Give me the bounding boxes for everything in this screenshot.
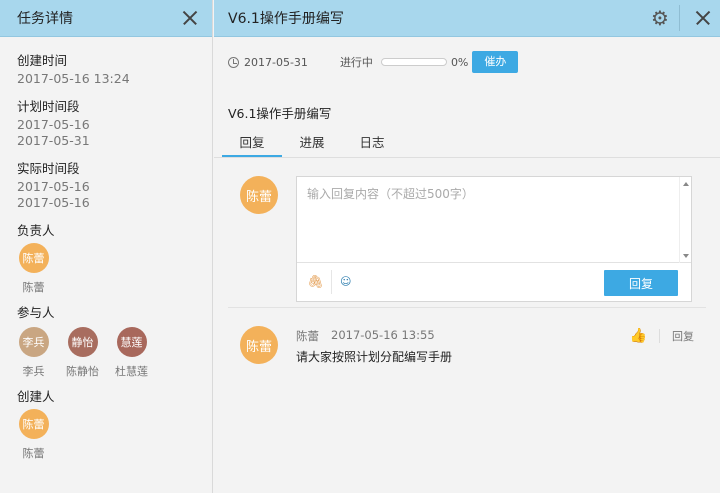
person-name: 陈蕾 <box>22 281 45 294</box>
creator-person[interactable]: 陈蕾 陈蕾 <box>17 409 50 461</box>
comment-time: 2017-05-16 13:55 <box>331 328 435 342</box>
participant-person[interactable]: 静怡 陈静怡 <box>66 327 99 379</box>
thumbs-up-icon[interactable]: 👍 <box>630 328 647 344</box>
reply-editor: 输入回复内容（不超过500字） 🖇 ☺ 回复 <box>296 176 692 302</box>
creator-label: 创建人 <box>17 389 55 404</box>
actual-start-date: 2017-05-16 <box>17 179 90 194</box>
plan-period-label: 计划时间段 <box>17 99 80 114</box>
plan-start-date: 2017-05-16 <box>17 117 90 132</box>
avatar: 静怡 <box>67 327 98 357</box>
comment-actions: 👍 回复 <box>630 328 694 344</box>
participants-section: 参与人 李兵 李兵 静怡 陈静怡 慧莲 杜慧莲 <box>17 305 212 379</box>
created-time-label: 创建时间 <box>17 53 68 68</box>
urge-button[interactable]: 催办 <box>472 51 519 73</box>
right-header: V6.1操作手册编写 ⚙ <box>214 0 720 37</box>
scroll-down-icon[interactable] <box>683 254 689 258</box>
tab-progress[interactable]: 进展 <box>282 132 342 157</box>
emoji-icon[interactable]: ☺ <box>340 275 354 289</box>
person-name: 陈静怡 <box>66 365 99 378</box>
owner-list: 陈蕾 陈蕾 <box>17 243 212 295</box>
person-name: 陈蕾 <box>22 447 45 460</box>
task-meta-row: 2017-05-31 进行中 0% 催办 <box>214 49 720 75</box>
task-window-title: V6.1操作手册编写 <box>228 11 344 27</box>
close-button[interactable] <box>686 0 720 37</box>
avatar: 李兵 <box>18 327 49 357</box>
created-time-section: 创建时间 2017-05-16 13:24 <box>17 53 212 87</box>
reply-input[interactable]: 输入回复内容（不超过500字） <box>297 177 691 263</box>
tab-log[interactable]: 日志 <box>342 132 402 157</box>
plan-end-date: 2017-05-31 <box>17 133 90 148</box>
creator-section: 创建人 陈蕾 陈蕾 <box>17 389 212 461</box>
actual-period-label: 实际时间段 <box>17 161 80 176</box>
gear-icon[interactable]: ⚙ <box>643 0 677 37</box>
task-info-body: 创建时间 2017-05-16 13:24 计划时间段 2017-05-16 2… <box>0 37 212 461</box>
owner-person[interactable]: 陈蕾 陈蕾 <box>17 243 50 295</box>
toolbar-divider <box>331 270 332 294</box>
close-icon <box>695 10 711 26</box>
scroll-up-icon[interactable] <box>683 182 689 186</box>
tab-bar: 回复 进展 日志 <box>214 132 720 158</box>
clock-icon <box>228 56 239 68</box>
section-divider <box>228 307 706 308</box>
person-name: 李兵 <box>22 365 45 378</box>
avatar: 陈蕾 <box>240 326 278 364</box>
reply-composer: 陈蕾 输入回复内容（不超过500字） 🖇 ☺ 回复 <box>214 176 720 302</box>
paperclip-icon[interactable]: 🖇 <box>307 275 324 290</box>
scrollbar[interactable] <box>679 177 691 263</box>
created-time-value: 2017-05-16 13:24 <box>17 71 130 86</box>
due-date: 2017-05-31 <box>244 55 308 69</box>
task-detail-window: 任务详情 创建时间 2017-05-16 13:24 计划时间段 2017-05… <box>0 0 720 493</box>
header-divider <box>679 5 680 31</box>
task-detail-panel: V6.1操作手册编写 ⚙ 2017-05-31 进行中 0% 催办 V6.1操作… <box>214 0 720 493</box>
participant-person[interactable]: 李兵 李兵 <box>17 327 50 379</box>
tab-reply[interactable]: 回复 <box>222 132 282 157</box>
task-title: V6.1操作手册编写 <box>228 106 332 121</box>
close-icon[interactable] <box>182 10 198 26</box>
participant-person[interactable]: 慧莲 杜慧莲 <box>115 327 148 379</box>
left-panel-title: 任务详情 <box>17 11 73 27</box>
comment-text: 请大家按照计划分配编写手册 <box>296 350 453 364</box>
task-info-panel: 任务详情 创建时间 2017-05-16 13:24 计划时间段 2017-05… <box>0 0 213 493</box>
comment-item: 陈蕾 陈蕾 2017-05-16 13:55 请大家按照计划分配编写手册 👍 回… <box>214 324 720 384</box>
actual-period-section: 实际时间段 2017-05-16 2017-05-16 <box>17 161 212 211</box>
progress-text: 0% <box>450 55 469 69</box>
comment-header: 陈蕾 2017-05-16 13:55 <box>296 328 435 344</box>
owner-section: 负责人 陈蕾 陈蕾 <box>17 223 212 295</box>
avatar: 陈蕾 <box>18 409 49 439</box>
participants-label: 参与人 <box>17 305 55 320</box>
status-badge: 进行中 <box>339 56 373 69</box>
avatar: 慧莲 <box>116 327 147 357</box>
progress-bar <box>380 58 447 66</box>
actual-end-date: 2017-05-16 <box>17 195 90 210</box>
avatar: 陈蕾 <box>18 243 49 273</box>
comment-reply-link[interactable]: 回复 <box>672 328 694 344</box>
participant-list: 李兵 李兵 静怡 陈静怡 慧莲 杜慧莲 <box>17 327 212 379</box>
action-divider <box>659 329 660 343</box>
person-name: 杜慧莲 <box>115 365 148 378</box>
left-header: 任务详情 <box>0 0 212 37</box>
avatar: 陈蕾 <box>240 176 278 214</box>
creator-list: 陈蕾 陈蕾 <box>17 409 212 461</box>
owner-label: 负责人 <box>17 223 55 238</box>
plan-period-section: 计划时间段 2017-05-16 2017-05-31 <box>17 99 212 149</box>
reply-toolbar: 🖇 ☺ 回复 <box>297 263 691 301</box>
comment-author: 陈蕾 <box>296 329 319 343</box>
reply-button[interactable]: 回复 <box>604 270 678 296</box>
